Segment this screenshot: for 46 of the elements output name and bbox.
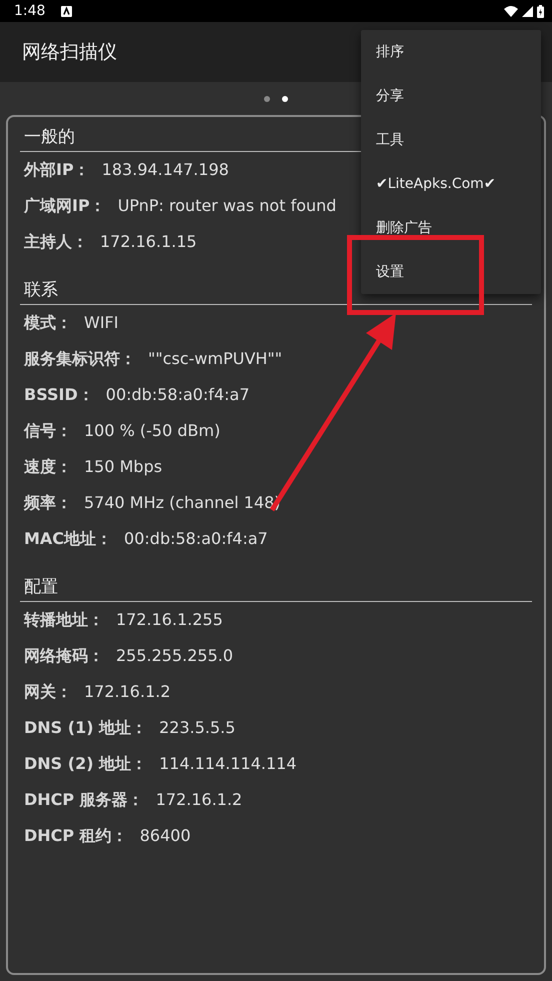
field-value: WIFI [84, 313, 118, 332]
field-label: DNS (1) 地址： [24, 718, 148, 737]
field-value: 183.94.147.198 [102, 160, 229, 179]
menu-item[interactable]: 分享 [361, 74, 541, 118]
field-label: 广域网IP： [24, 196, 106, 215]
field-value: 172.16.1.2 [84, 682, 171, 701]
field-value: 172.16.1.15 [100, 232, 197, 251]
menu-item[interactable]: 排序 [361, 30, 541, 74]
field-label: 网关： [24, 682, 72, 701]
field-label: 转播地址： [24, 610, 104, 629]
field-label: MAC地址： [24, 529, 112, 548]
field-value: 00:db:58:a0:f4:a7 [124, 529, 268, 548]
menu-item[interactable]: 删除广告 [361, 206, 541, 250]
field-label: 模式： [24, 313, 72, 332]
field-value: 172.16.1.255 [116, 610, 223, 629]
clock: 1:48 [14, 2, 46, 20]
field-label: BSSID： [24, 385, 94, 404]
field-label: 频率： [24, 493, 72, 512]
field-value: 255.255.255.0 [116, 646, 234, 665]
field-value: ""csc-wmPUVH"" [148, 349, 282, 368]
field-label: DHCP 租约： [24, 826, 128, 845]
page-dot[interactable] [264, 96, 270, 102]
field-value: 86400 [140, 826, 191, 845]
wifi-icon [504, 6, 518, 16]
field-label: 网络掩码： [24, 646, 104, 665]
app-title: 网络扫描仪 [22, 40, 117, 65]
field-label: 服务集标识符： [24, 349, 136, 368]
field-value: 114.114.114.114 [159, 754, 297, 773]
field-value: 100 % (-50 dBm) [84, 421, 220, 440]
field-label: 外部IP： [24, 160, 90, 179]
field-value: UPnP: router was not found [118, 196, 336, 215]
field-label: 速度： [24, 457, 72, 476]
field-value: 223.5.5.5 [159, 718, 236, 737]
signal-icon [522, 6, 533, 16]
battery-icon [537, 4, 544, 18]
section-heading: 配置 [20, 575, 532, 602]
field-label: 信号： [24, 421, 72, 440]
menu-item[interactable]: ✔LiteApks.Com✔ [361, 162, 541, 206]
field-value: 00:db:58:a0:f4:a7 [106, 385, 250, 404]
page-dot[interactable] [282, 96, 288, 102]
field-label: DHCP 服务器： [24, 790, 144, 809]
notification-icon [61, 6, 72, 16]
field-value: 150 Mbps [84, 457, 162, 476]
field-label: 主持人： [24, 232, 88, 251]
field-label: DNS (2) 地址： [24, 754, 148, 773]
field-value: 172.16.1.2 [156, 790, 242, 809]
